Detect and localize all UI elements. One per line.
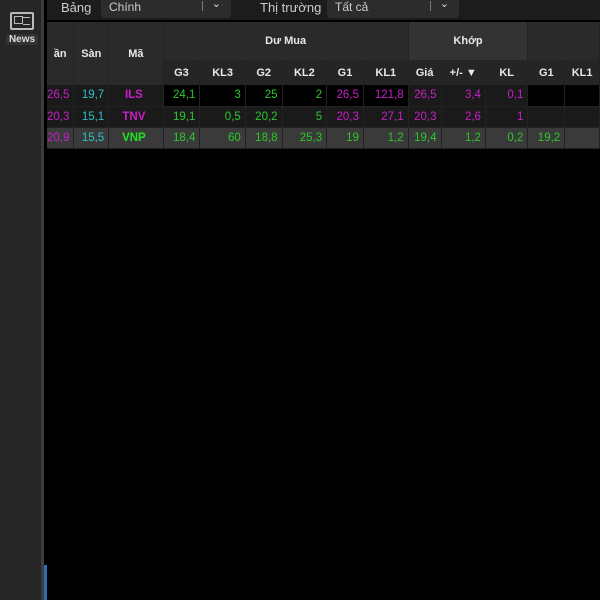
cell-sell-kl1 — [564, 106, 600, 128]
col-g1[interactable]: G1 — [326, 60, 364, 85]
col-gia[interactable]: Giá — [408, 60, 442, 85]
chevron-down-icon: ⌄ — [439, 0, 449, 10]
cell-change: 3,4 — [441, 85, 486, 107]
news-label: News — [6, 34, 38, 45]
cell-kl2: 25,3 — [282, 127, 328, 149]
scroll-indicator — [44, 565, 47, 600]
cell-kl: 0,1 — [485, 85, 529, 107]
table-row[interactable]: 26,5 19,7 ILS 24,1 3 25 2 26,5 121,8 26,… — [47, 85, 600, 107]
cell-g3: 19,1 — [163, 106, 201, 128]
price-board: ần Sàn Mã Dư Mua Khớp G3 KL3 G2 KL2 G1 K… — [47, 22, 600, 149]
group-du-mua: Dư Mua — [163, 22, 409, 60]
toolbar: Bảng Chính ⌄ Thị trường Tất cả ⌄ — [47, 0, 600, 20]
col-kl1[interactable]: KL1 — [363, 60, 409, 85]
cell-gia: 26,5 — [408, 85, 442, 107]
cell-kl3: 0,5 — [199, 106, 246, 128]
col-g2[interactable]: G2 — [245, 60, 283, 85]
sidebar: News — [0, 0, 44, 600]
market-value: Tất cả — [335, 0, 369, 14]
cell-san: 15,5 — [73, 127, 110, 149]
col-kl[interactable]: KL — [485, 60, 529, 85]
board-label: Bảng — [61, 0, 92, 15]
cell-tran: 26,5 — [47, 85, 75, 107]
cell-ma[interactable]: ILS — [108, 85, 164, 107]
col-tran[interactable]: ần — [47, 22, 75, 85]
cell-sell-kl1 — [564, 127, 600, 149]
cell-sell-g1 — [527, 106, 566, 128]
cell-kl1: 121,8 — [363, 85, 409, 107]
col-ma[interactable]: Mã — [108, 22, 164, 85]
cell-g1: 19 — [326, 127, 364, 149]
chevron-down-icon: ⌄ — [211, 0, 221, 10]
cell-kl: 0,2 — [485, 127, 529, 149]
cell-kl2: 2 — [282, 85, 328, 107]
col-kl3[interactable]: KL3 — [199, 60, 246, 85]
divider — [430, 1, 431, 11]
cell-kl2: 5 — [282, 106, 328, 128]
table-row[interactable]: 20,9 15,5 VNP 18,4 60 18,8 25,3 19 1,2 1… — [47, 127, 600, 149]
divider — [202, 1, 203, 11]
sidebar-item-news[interactable]: News — [6, 12, 38, 45]
cell-gia: 19,4 — [408, 127, 442, 149]
col-sell-kl1[interactable]: KL1 — [564, 60, 600, 85]
cell-g2: 20,2 — [245, 106, 283, 128]
group-du-ban — [527, 22, 600, 60]
board-select[interactable]: Chính ⌄ — [101, 0, 231, 18]
col-sell-g1[interactable]: G1 — [527, 60, 566, 85]
market-select[interactable]: Tất cả ⌄ — [327, 0, 459, 18]
cell-tran: 20,3 — [47, 106, 75, 128]
table-row[interactable]: 20,3 15,1 TNV 19,1 0,5 20,2 5 20,3 27,1 … — [47, 106, 600, 128]
cell-san: 15,1 — [73, 106, 110, 128]
newspaper-icon — [10, 12, 34, 30]
cell-tran: 20,9 — [47, 127, 75, 149]
cell-kl3: 60 — [199, 127, 246, 149]
cell-gia: 20,3 — [408, 106, 442, 128]
col-san[interactable]: Sàn — [73, 22, 110, 85]
cell-kl1: 27,1 — [363, 106, 409, 128]
cell-ma[interactable]: TNV — [108, 106, 164, 128]
col-g3[interactable]: G3 — [163, 60, 201, 85]
market-label: Thị trường — [260, 0, 322, 15]
cell-sell-kl1 — [564, 85, 600, 107]
col-change-sort[interactable]: +/- ▼ — [441, 60, 486, 85]
col-kl2[interactable]: KL2 — [282, 60, 328, 85]
cell-change: 1,2 — [441, 127, 486, 149]
cell-kl: 1 — [485, 106, 529, 128]
group-khop: Khớp — [408, 22, 529, 60]
board-value: Chính — [109, 0, 142, 14]
cell-sell-g1: 19,2 — [527, 127, 566, 149]
cell-g2: 25 — [245, 85, 283, 107]
cell-ma[interactable]: VNP — [108, 127, 164, 149]
cell-san: 19,7 — [73, 85, 110, 107]
cell-kl1: 1,2 — [363, 127, 409, 149]
cell-g1: 20,3 — [326, 106, 364, 128]
cell-change: 2,6 — [441, 106, 486, 128]
cell-g3: 24,1 — [163, 85, 201, 107]
cell-g2: 18,8 — [245, 127, 283, 149]
cell-g1: 26,5 — [326, 85, 364, 107]
cell-sell-g1 — [527, 85, 566, 107]
cell-g3: 18,4 — [163, 127, 201, 149]
cell-kl3: 3 — [199, 85, 246, 107]
